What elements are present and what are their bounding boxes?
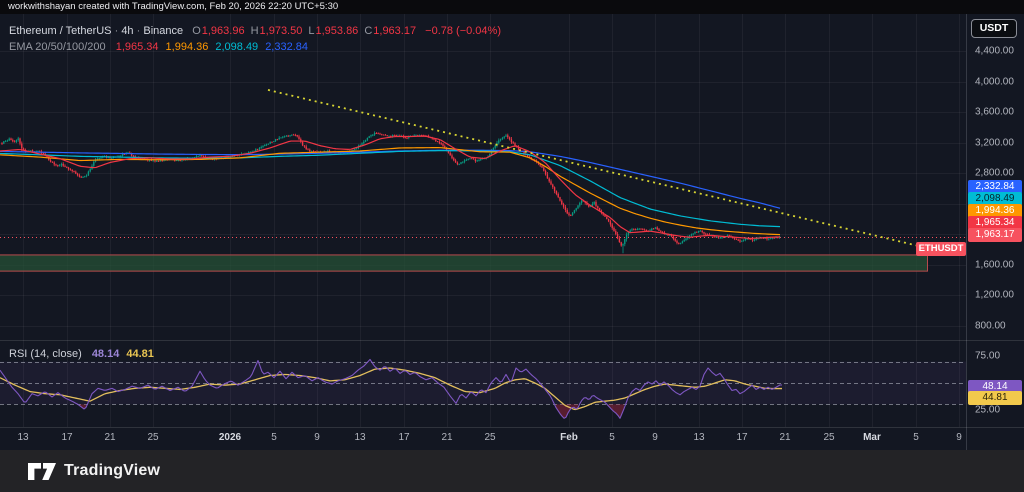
ema-values: 1,965.34 1,994.36 2,098.49 2,332.84: [109, 41, 308, 53]
time-axis-tick: 13: [354, 432, 366, 443]
symbol-price-tag: ETHUSDT: [916, 242, 966, 256]
symbol-ohlc-row: Ethereum / TetherUS · 4h · Binance O1,96…: [9, 24, 501, 38]
price-axis-tick: 800.00: [975, 320, 1006, 332]
tradingview-screenshot: workwithshayan created with TradingView.…: [0, 0, 1024, 492]
price-axis-tick: 4,400.00: [975, 45, 1014, 57]
time-axis-tick: 21: [441, 432, 453, 443]
tradingview-logo[interactable]: TradingView: [27, 462, 160, 481]
ohlc-value: 1,973.50: [259, 25, 303, 37]
price-chart-canvas[interactable]: [0, 0, 1024, 450]
attribution-text: workwithshayan created with TradingView.…: [0, 0, 1024, 14]
rsi-axis-tick: 25.00: [975, 404, 1001, 416]
time-axis-tick: 2026: [218, 432, 242, 443]
time-axis-tick: 5: [271, 432, 277, 443]
time-axis-tick: 13: [17, 432, 29, 443]
ema-legend-row: EMA 20/50/100/200 1,965.34 1,994.36 2,098.…: [9, 40, 501, 54]
time-axis-tick: 25: [484, 432, 496, 443]
price-axis-tick: 2,800.00: [975, 167, 1014, 179]
rsi-axis-tick: 75.00: [975, 350, 1001, 362]
brand-wordmark: TradingView: [64, 462, 161, 479]
time-axis-tick: 5: [913, 432, 919, 443]
time-axis-tick: Mar: [863, 432, 881, 443]
axis-price-label: 1,963.17: [968, 228, 1022, 242]
ema-value: 1,965.34: [115, 41, 159, 53]
symbol-title: Ethereum / TetherUS: [9, 25, 112, 37]
ohlc-key: O: [192, 25, 201, 37]
rsi-legend: RSI (14, close) 48.14 44.81: [9, 348, 154, 360]
time-axis-tick: 17: [398, 432, 410, 443]
price-axis-tick: 4,000.00: [975, 76, 1014, 88]
symbol-legend: Ethereum / TetherUS · 4h · Binance O1,96…: [9, 24, 501, 56]
time-axis-tick: 9: [956, 432, 962, 443]
axis-price-label: 44.81: [968, 391, 1022, 406]
rsi-label: RSI (14, close): [9, 348, 82, 360]
ohlc-value: 1,953.86: [315, 25, 359, 37]
ema-value: 2,332.84: [265, 41, 309, 53]
footer-bar: TradingView: [0, 450, 1024, 492]
ohlc-value: 1,963.17: [373, 25, 417, 37]
time-axis-tick: 17: [736, 432, 748, 443]
time-axis-tick: 25: [823, 432, 835, 443]
price-axis[interactable]: 4,400.00 4,000.00 3,600.00 3,200.00 2,800.00…: [967, 14, 1024, 450]
time-axis-tick: 13: [693, 432, 705, 443]
time-axis-tick: 17: [61, 432, 73, 443]
ohlc-value: 1,963.96: [201, 25, 245, 37]
time-axis-tick: Feb: [560, 432, 578, 443]
ema-value: 1,994.36: [165, 41, 209, 53]
ohlc-key: L: [308, 25, 315, 37]
change-value: −0.78 (−0.04%): [425, 25, 501, 37]
exchange-label: Binance: [143, 25, 184, 37]
tradingview-logo-icon: [28, 462, 56, 480]
interval-label: 4h: [121, 25, 134, 37]
rsi-value: 48.14: [91, 348, 120, 360]
time-axis[interactable]: 13 17 21 25 2026 5 9 13 17 21 25 Feb 5 9 13 17 21 25 Mar 5 9: [0, 427, 1024, 450]
price-axis-tick: 1,200.00: [975, 289, 1014, 301]
price-axis-tick: 1,600.00: [975, 259, 1014, 271]
price-axis-tick: 3,200.00: [975, 137, 1014, 149]
time-axis-tick: 21: [104, 432, 116, 443]
time-axis-tick: 9: [314, 432, 320, 443]
time-axis-tick: 9: [652, 432, 658, 443]
rsi-values: 48.14 44.81: [85, 348, 154, 360]
chart-area[interactable]: Ethereum / TetherUS · 4h · Binance O1,96…: [0, 0, 1024, 450]
ohlc-key: H: [250, 25, 259, 37]
ema-value: 2,098.49: [215, 41, 259, 53]
ohlc-values: O1,963.96 H1,973.50 L1,953.86 C1,963.17: [186, 25, 416, 37]
rsi-value: 44.81: [126, 348, 154, 360]
time-axis-tick: 5: [609, 432, 615, 443]
ohlc-key: C: [364, 25, 373, 37]
time-axis-tick: 25: [147, 432, 159, 443]
time-axis-tick: 21: [779, 432, 791, 443]
ema-label: EMA 20/50/100/200: [9, 41, 106, 53]
price-axis-tick: 3,600.00: [975, 106, 1014, 118]
